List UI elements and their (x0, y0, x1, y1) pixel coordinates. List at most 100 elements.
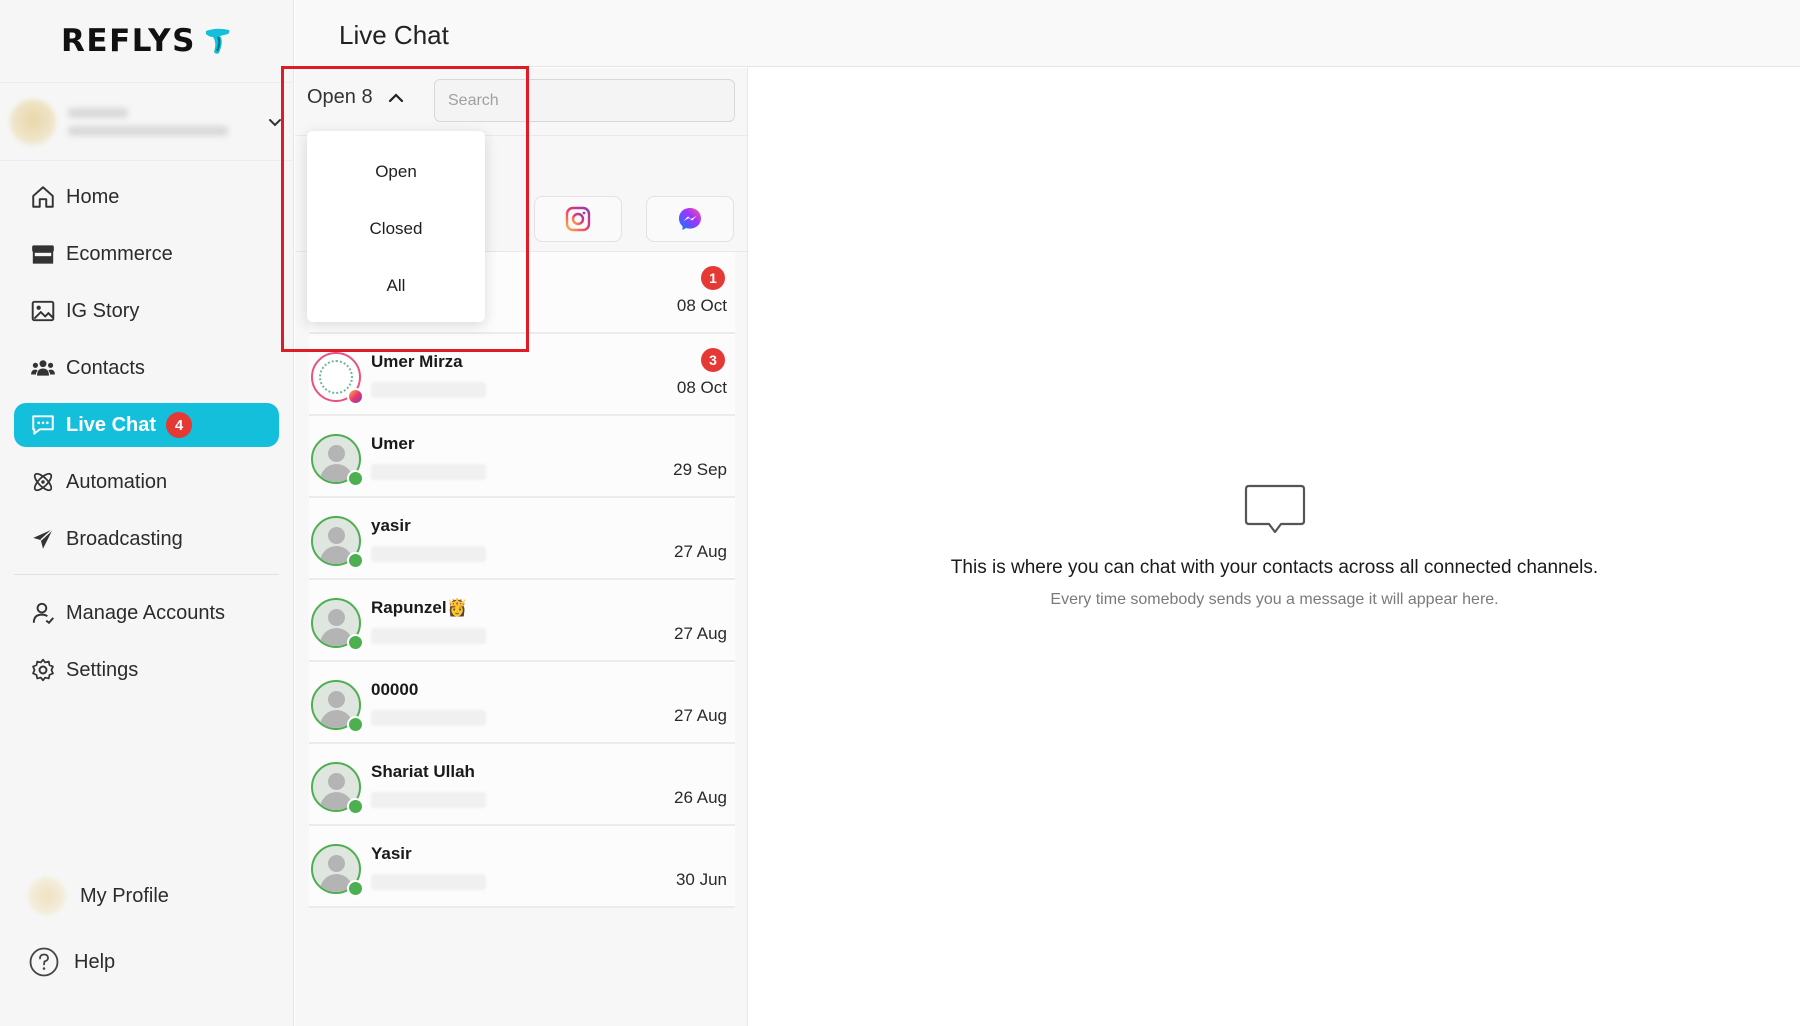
automation-icon (33, 472, 53, 492)
message-preview-blurred (371, 628, 486, 644)
page-header: Live Chat (295, 0, 1800, 67)
channel-filter-instagram[interactable] (534, 196, 622, 242)
sidebar-item-automation[interactable]: Automation (14, 460, 279, 504)
last-message-date: 08 Oct (676, 378, 727, 397)
home-icon (32, 186, 54, 208)
last-message-date: 26 Aug (674, 788, 727, 807)
sidebar-item-label: IG Story (66, 299, 140, 322)
sidebar-item-label: Ecommerce (66, 242, 173, 265)
conversation-row[interactable]: Rapunzel👸 27 Aug (309, 580, 735, 662)
account-switcher[interactable] (0, 83, 293, 161)
chevron-down-icon[interactable] (267, 115, 283, 131)
whatsapp-icon (347, 634, 364, 651)
conversation-row[interactable]: Yasir 30 Jun (309, 826, 735, 908)
unread-badge: 3 (701, 348, 725, 372)
conversation-row[interactable]: 00000 27 Aug (309, 662, 735, 744)
channel-filter-messenger[interactable] (646, 196, 734, 242)
status-filter-toggle[interactable]: Open 8 (307, 86, 405, 109)
brand-name: REFLYS (61, 23, 196, 59)
users-icon (31, 360, 55, 376)
last-message-date: 27 Aug (674, 542, 727, 561)
sidebar-item-home[interactable]: Home (14, 175, 279, 219)
store-icon (32, 245, 54, 264)
whatsapp-icon (347, 552, 364, 569)
sidebar-item-label: Live Chat (66, 413, 157, 436)
sidebar-item-label: Broadcasting (66, 527, 183, 550)
contact-name: yasir (371, 516, 411, 535)
status-filter-label: Open 8 (307, 86, 373, 108)
messenger-icon (679, 208, 701, 230)
instagram-icon (565, 206, 591, 232)
conversation-row[interactable]: Umer Mirza 3 08 Oct (309, 334, 735, 416)
last-message-date: 29 Sep (673, 460, 727, 479)
user-icon (32, 602, 55, 625)
message-preview-blurred (371, 546, 486, 562)
help-label: Help (74, 950, 116, 973)
status-filter-dropdown: Open Closed All (307, 131, 485, 322)
conversation-list: 1 08 Oct Umer Mirza 3 08 Oct Umer 29 Sep… (295, 252, 747, 908)
page-title: Live Chat (339, 20, 449, 50)
sidebar-item-contacts[interactable]: Contacts (14, 346, 279, 390)
help-link[interactable]: Help (0, 938, 293, 986)
instagram-icon (347, 388, 364, 405)
my-profile-link[interactable]: My Profile (0, 872, 293, 920)
message-preview-blurred (371, 874, 486, 890)
last-message-date: 30 Jun (675, 870, 727, 889)
conversation-toolbar: Open 8 (295, 68, 747, 136)
sidebar-item-label: Settings (66, 658, 139, 681)
message-preview-blurred (371, 382, 486, 398)
contact-name: Shariat Ullah (371, 762, 475, 781)
gear-icon (32, 658, 54, 682)
empty-state-subtitle: Every time somebody sends you a message … (1050, 591, 1499, 608)
status-option-open[interactable]: Open (307, 143, 485, 200)
search-input[interactable] (434, 79, 735, 122)
sidebar-item-settings[interactable]: Settings (14, 648, 279, 692)
my-profile-label: My Profile (80, 884, 169, 907)
sidebar-item-label: Home (66, 185, 120, 208)
whatsapp-icon (347, 716, 364, 733)
sidebar-item-label: Automation (66, 470, 168, 493)
empty-state: This is where you can chat with your con… (749, 482, 1800, 609)
whatsapp-icon (347, 880, 364, 897)
unread-count-badge: 4 (166, 412, 193, 438)
message-bubble-icon (1244, 484, 1305, 534)
account-name-blurred (68, 107, 228, 136)
account-avatar (10, 98, 56, 145)
sidebar-item-ecommerce[interactable]: Ecommerce (14, 232, 279, 276)
sidebar-item-ig-story[interactable]: IG Story (14, 289, 279, 333)
image-icon (31, 300, 55, 322)
sidebar-bottom: My Profile Help (0, 872, 293, 1004)
contact-name: Rapunzel👸 (371, 598, 468, 617)
conversation-row[interactable]: Shariat Ullah 26 Aug (309, 744, 735, 826)
avatar (28, 877, 66, 915)
sidebar-item-label: Contacts (66, 356, 145, 379)
last-message-date: 08 Oct (676, 296, 727, 315)
chat-icon (32, 415, 54, 435)
message-preview-blurred (371, 792, 486, 808)
whatsapp-icon (347, 798, 364, 815)
conversation-row[interactable]: yasir 27 Aug (309, 498, 735, 580)
chat-main-panel: This is where you can chat with your con… (749, 68, 1800, 1026)
sidebar-item-broadcasting[interactable]: Broadcasting (14, 517, 279, 561)
unread-badge: 1 (701, 266, 725, 290)
message-preview-blurred (371, 464, 486, 480)
status-option-all[interactable]: All (307, 257, 485, 314)
contact-name: Umer (371, 434, 415, 453)
help-icon (29, 947, 59, 977)
sidebar-nav: Home Ecommerce IG Story Contacts Live Ch… (0, 161, 293, 692)
sidebar-item-manage-accounts[interactable]: Manage Accounts (14, 591, 279, 635)
whatsapp-icon (347, 470, 364, 487)
sidebar-item-live-chat[interactable]: Live Chat 4 (14, 403, 279, 447)
contact-name: Umer Mirza (371, 352, 463, 371)
last-message-date: 27 Aug (674, 706, 727, 725)
brand-logo[interactable]: REFLYS (0, 0, 293, 83)
empty-state-title: This is where you can chat with your con… (950, 557, 1599, 578)
chevron-up-icon (388, 92, 403, 102)
conversation-row[interactable]: Umer 29 Sep (309, 416, 735, 498)
last-message-date: 27 Aug (674, 624, 727, 643)
contact-name: 00000 (371, 680, 419, 699)
sidebar: REFLYS Home Ecommerce IG Story Contacts … (0, 0, 294, 1026)
send-icon (33, 528, 54, 549)
status-option-closed[interactable]: Closed (307, 200, 485, 257)
contact-name: Yasir (371, 844, 412, 863)
